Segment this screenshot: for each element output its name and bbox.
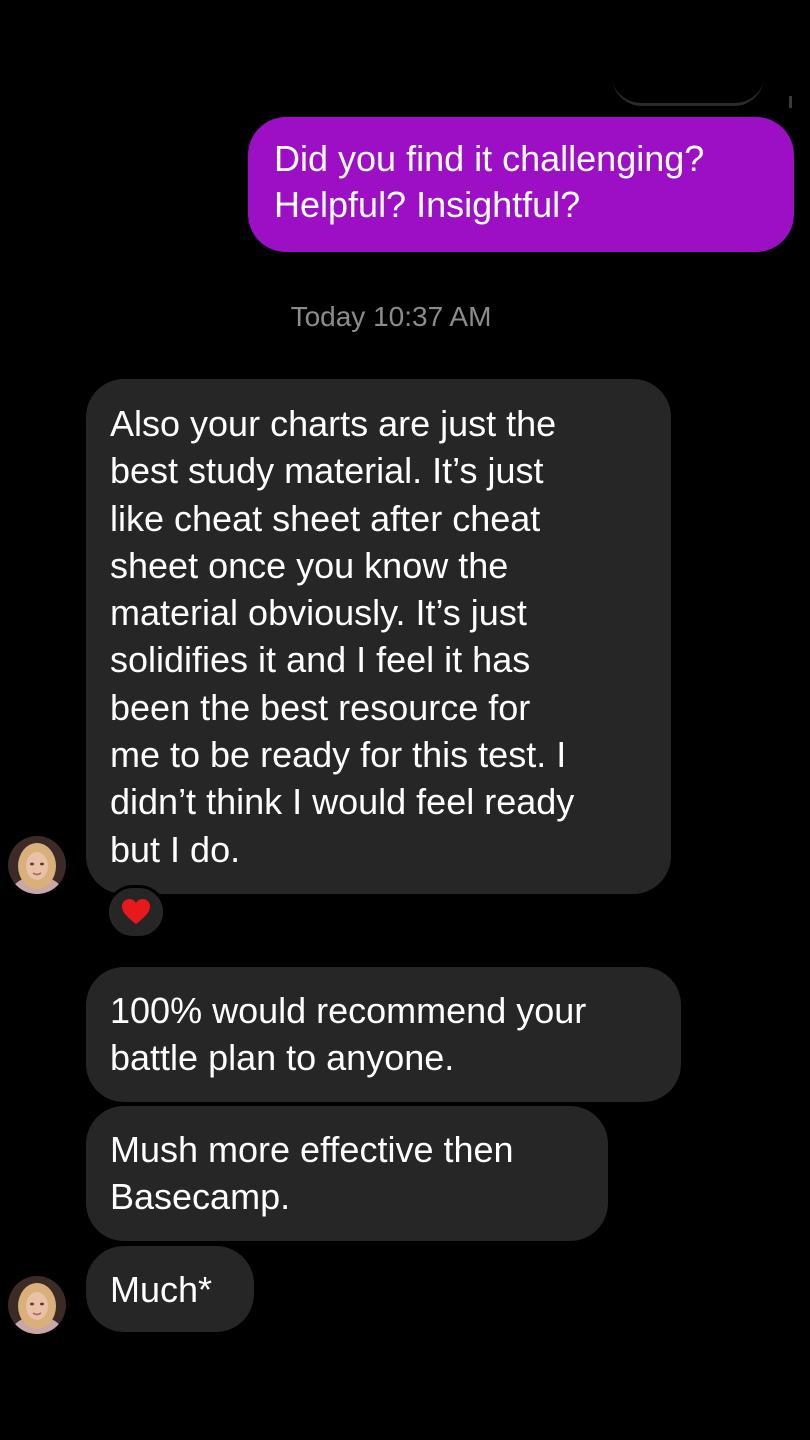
avatar-photo-icon [8, 836, 66, 894]
avatar-photo-icon [8, 1276, 66, 1334]
sent-message-bubble[interactable]: Did you find it challenging? Helpful? In… [248, 117, 794, 252]
message-timestamp: Today 10:37 AM [290, 301, 492, 332]
heart-reaction[interactable] [106, 885, 166, 939]
contact-avatar[interactable] [8, 1276, 66, 1334]
received-message-bubble[interactable]: Mush more effective then Basecamp. [86, 1106, 608, 1241]
heart-icon [122, 899, 150, 924]
received-message-bubble[interactable]: Much* [86, 1246, 254, 1332]
previous-message-bubble-edge [612, 60, 764, 106]
received-message-bubble[interactable]: Also your charts are just the best study… [86, 379, 671, 894]
received-message-bubble[interactable]: 100% would recommend your battle plan to… [86, 967, 681, 1102]
contact-avatar[interactable] [8, 836, 66, 894]
scrollbar[interactable] [789, 96, 792, 108]
